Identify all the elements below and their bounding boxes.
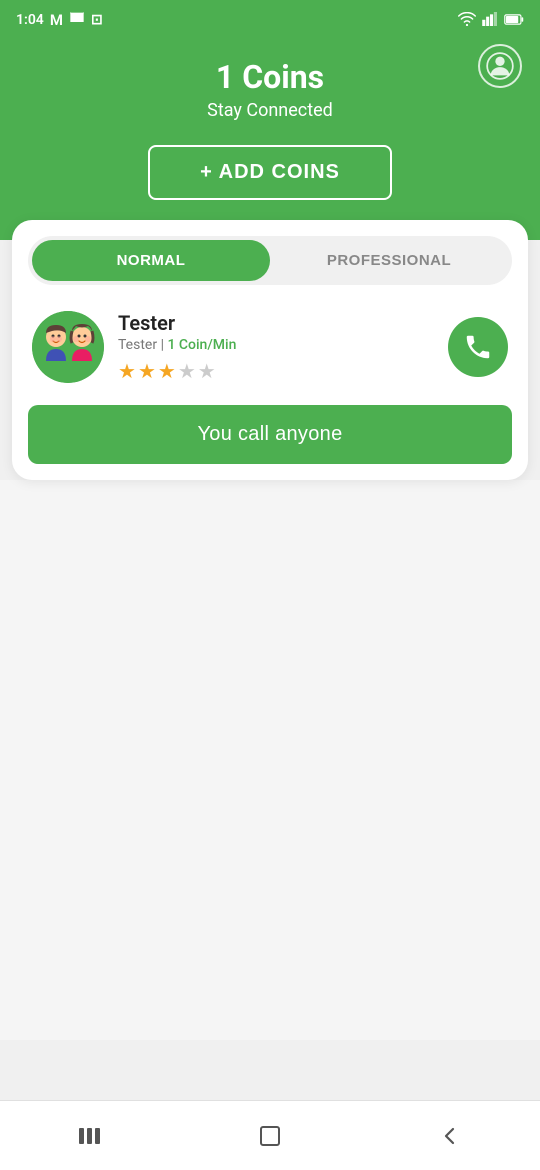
contact-subtitle: Tester | 1 Coin/Min: [118, 337, 448, 353]
add-coins-label: + ADD COINS: [200, 161, 340, 184]
bottom-nav: [0, 1100, 540, 1170]
tab-normal[interactable]: NORMAL: [32, 240, 270, 281]
star-1: ★: [118, 359, 136, 383]
subtitle-text: Stay Connected: [207, 100, 333, 121]
contact-row: Tester Tester | 1 Coin/Min ★ ★ ★ ★ ★: [28, 303, 512, 391]
tab-professional[interactable]: PROFESSIONAL: [270, 240, 508, 281]
battery-icon: [504, 11, 524, 30]
nav-menu-button[interactable]: [65, 1111, 115, 1161]
coin-rate: 1 Coin/Min: [167, 337, 236, 353]
contact-name: Tester: [118, 311, 448, 335]
time-display: 1:04: [16, 12, 44, 28]
wifi-icon: [458, 11, 476, 30]
gmail-icon: M: [50, 11, 63, 29]
message-icon: [69, 11, 85, 29]
nav-home-button[interactable]: [245, 1111, 295, 1161]
call-button[interactable]: [448, 317, 508, 377]
star-4: ★: [178, 359, 196, 383]
profile-button[interactable]: [478, 44, 522, 88]
add-coins-button[interactable]: + ADD COINS: [148, 145, 392, 200]
call-anyone-button[interactable]: You call anyone: [28, 405, 512, 464]
status-bar: 1:04 M ⊡: [0, 0, 540, 40]
status-right: [458, 11, 524, 30]
status-left: 1:04 M ⊡: [16, 11, 103, 29]
header-section: 1 Coins Stay Connected + ADD COINS: [0, 40, 540, 240]
coins-count: 1 Coins: [216, 58, 324, 96]
contact-role: Tester: [118, 337, 157, 353]
star-rating: ★ ★ ★ ★ ★: [118, 359, 448, 383]
avatar: [32, 311, 104, 383]
star-2: ★: [138, 359, 156, 383]
tabs-container: NORMAL PROFESSIONAL: [28, 236, 512, 285]
contact-info: Tester Tester | 1 Coin/Min ★ ★ ★ ★ ★: [118, 311, 448, 383]
signal-icon: [482, 11, 498, 30]
nav-back-button[interactable]: [425, 1111, 475, 1161]
instagram-icon: ⊡: [91, 12, 103, 28]
empty-content-area: [0, 480, 540, 1040]
star-5: ★: [198, 359, 216, 383]
star-3: ★: [158, 359, 176, 383]
main-card: NORMAL PROFESSIONAL: [12, 220, 528, 480]
